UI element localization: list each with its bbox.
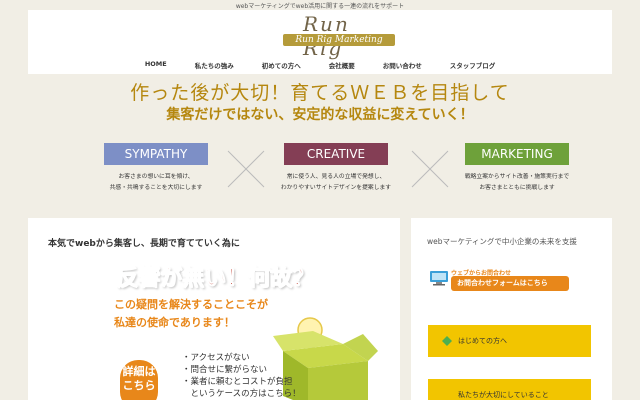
values-label: 私たちが大切にしていること (458, 391, 549, 399)
desc-line: 常に使う人、見る人の立場で発想し、 (286, 174, 386, 180)
list-item: ・業者に頼むとコストが負担 (182, 377, 293, 387)
sidebar: webマーケティングで中小企業の未来を支援 ウェブからお問合わせ お問合わせフォ… (411, 218, 612, 400)
hero-title: 作った後が大切！育てるＷＥＢを目指して (130, 82, 510, 104)
pillar-sympathy-desc: お客さまの想いに耳を傾け、 共感・共鳴することを大切にします (86, 172, 226, 194)
badge-line: 詳細は (122, 365, 156, 378)
nav-first-time[interactable]: 初めての方へ (248, 60, 315, 70)
nav-home[interactable]: HOME (131, 60, 181, 70)
badge-line: こちら (122, 379, 156, 392)
desc-line: 共感・共鳴することを大切にします (109, 185, 203, 191)
values-button[interactable]: 私たちが大切にしていること (428, 379, 591, 400)
sidebar-title: webマーケティングで中小企業の未来を支援 (427, 237, 577, 246)
site-logo[interactable]: Run Rig Run Rig Marketing (283, 12, 395, 60)
list-item: というケースの方はこちら！ (182, 389, 301, 399)
main-content: 本気でwebから集客し、長期で育てていく為に 反響が無い！何故？ この疑問を解決… (28, 218, 400, 400)
contact-form-button[interactable]: お問合わせフォームはこちら (451, 276, 569, 291)
leaf-icon (442, 336, 452, 346)
nav-company[interactable]: 会社概要 (315, 60, 369, 70)
computer-icon (430, 271, 448, 286)
desc-line: わかりやすいサイトデザインを提案します (280, 185, 392, 191)
nav-blog[interactable]: スタッフブログ (436, 60, 510, 70)
pillar-marketing: MARKETING (465, 143, 569, 165)
main-nav: HOME 私たちの強み 初めての方へ 会社概要 お問い合わせ スタッフブログ (28, 60, 612, 70)
main-heading: 本気でwebから集客し、長期で育てていく為に (48, 239, 240, 249)
pillar-sympathy: SYMPATHY (104, 143, 208, 165)
hero-subtitle: 集客だけではない、安定的な収益に変えていく！ (166, 107, 474, 123)
pillar-marketing-desc: 戦略立案からサイト改善・施策実行まで お客さまとともに挑戦します (447, 172, 587, 194)
site-tagline: webマーケティングでweb活用に関する一連の流れをサポート (235, 3, 405, 10)
list-item: ・アクセスがない (182, 353, 250, 363)
first-time-button[interactable]: はじめての方へ (428, 325, 591, 357)
ad-line-1: この疑問を解決することこそが (114, 298, 268, 311)
divider-cross-icon (411, 150, 449, 188)
ad-line-2: 私達の使命であります！ (114, 316, 235, 329)
details-button[interactable]: 詳細は こちら (120, 360, 158, 400)
nav-strengths[interactable]: 私たちの強み (181, 60, 248, 70)
ad-headline[interactable]: 反響が無い！何故？ (115, 260, 314, 292)
desc-line: 戦略立案からサイト改善・施策実行まで (464, 174, 570, 180)
divider-cross-icon (227, 150, 265, 188)
desc-line: お客さまとともに挑戦します (479, 185, 555, 191)
nav-contact[interactable]: お問い合わせ (369, 60, 436, 70)
list-item: ・問合せに繋がらない (182, 365, 268, 375)
problem-list: ・アクセスがない ・問合せに繋がらない ・業者に頼むとコストが負担 というケース… (182, 352, 301, 400)
first-time-label: はじめての方へ (458, 337, 507, 345)
header: Run Rig Run Rig Marketing HOME 私たちの強み 初め… (28, 10, 612, 74)
pillar-creative: CREATIVE (284, 143, 388, 165)
pillar-creative-desc: 常に使う人、見る人の立場で発想し、 わかりやすいサイトデザインを提案します (266, 172, 406, 194)
desc-line: お客さまの想いに耳を傾け、 (118, 174, 194, 180)
logo-text: Run Rig Marketing (283, 34, 395, 46)
